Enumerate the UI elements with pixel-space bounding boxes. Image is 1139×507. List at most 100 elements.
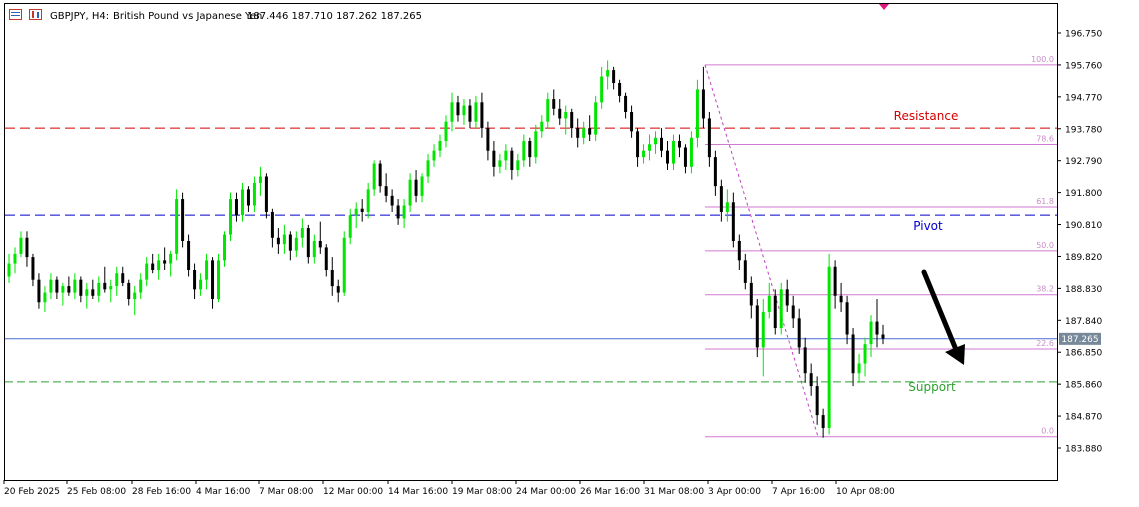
y-tick-label: 196.750 xyxy=(1065,30,1102,40)
candle-body xyxy=(534,131,538,158)
y-tick-label: 194.770 xyxy=(1065,93,1102,103)
x-tick-label: 10 Apr 08:00 xyxy=(836,487,895,497)
candle-body xyxy=(402,205,406,219)
candle-body xyxy=(731,202,735,241)
y-tick-label: 187.840 xyxy=(1065,317,1102,327)
fib-level-label: 61.8 xyxy=(1036,197,1054,206)
candle-body xyxy=(582,128,586,138)
candle-body xyxy=(121,273,125,283)
candle-body xyxy=(25,237,29,258)
candle-body xyxy=(576,128,580,138)
candle-body xyxy=(7,263,11,277)
y-tick-label: 184.870 xyxy=(1065,413,1102,423)
candle-body xyxy=(240,189,244,216)
candle-body xyxy=(612,70,616,83)
candle-body xyxy=(833,266,837,296)
candle-body xyxy=(276,237,280,245)
candle-body xyxy=(474,102,478,122)
x-tick-label: 19 Mar 08:00 xyxy=(452,487,512,497)
candle-body xyxy=(67,286,71,293)
candle-body xyxy=(791,305,795,319)
candle-body xyxy=(252,182,256,206)
fib-level-label: 22.6 xyxy=(1036,339,1054,348)
candle-body xyxy=(414,179,418,196)
candle-body xyxy=(462,105,466,116)
candle-body xyxy=(660,137,664,151)
candle-body xyxy=(468,105,472,122)
candle-body xyxy=(115,273,119,287)
symbol-description: British Pound vs Japanese Yen xyxy=(113,11,262,22)
candle-body xyxy=(755,305,759,348)
x-tick-label: 25 Feb 08:00 xyxy=(67,487,126,497)
x-tick-label: 7 Mar 08:00 xyxy=(259,487,314,497)
x-tick-label: 20 Feb 2025 xyxy=(4,487,60,497)
candle-body xyxy=(85,289,89,296)
candle-body xyxy=(103,282,107,290)
level-label-pivot: Pivot xyxy=(913,219,943,233)
current-price-label: 187.265 xyxy=(1061,335,1098,345)
y-tick-label: 192.790 xyxy=(1065,157,1102,167)
candle-body xyxy=(648,144,652,151)
candle-body xyxy=(270,211,274,238)
candle-body xyxy=(552,99,556,109)
candle-body xyxy=(737,240,741,261)
symbol-label: GBPJPY, H4: xyxy=(50,11,109,22)
candle-body xyxy=(510,150,514,171)
x-tick-label: 31 Mar 08:00 xyxy=(644,487,704,497)
x-tick-label: 12 Mar 00:00 xyxy=(323,487,383,497)
level-label-resistance: Resistance xyxy=(894,109,959,123)
fib-level-label: 38.2 xyxy=(1036,285,1054,294)
candle-body xyxy=(618,82,622,96)
candle-body xyxy=(354,208,358,216)
candle-body xyxy=(294,237,298,251)
candle-body xyxy=(432,150,436,161)
x-tick-label: 14 Mar 16:00 xyxy=(388,487,448,497)
level-label-support: Support xyxy=(908,380,956,394)
candle-body xyxy=(145,263,149,280)
candle-body xyxy=(169,253,173,264)
candle-body xyxy=(312,240,316,258)
candle-body xyxy=(498,160,502,167)
candle-body xyxy=(97,282,101,296)
chart-bars-icon[interactable] xyxy=(29,9,42,20)
candle-body xyxy=(420,176,424,196)
candle-body xyxy=(540,121,544,132)
candle-body xyxy=(408,179,412,206)
candle-body xyxy=(642,150,646,158)
candle-body xyxy=(486,128,490,151)
candle-body xyxy=(217,260,221,300)
y-tick-label: 189.820 xyxy=(1065,253,1102,263)
candle-body xyxy=(564,112,568,119)
candle-body xyxy=(665,150,669,164)
candle-body xyxy=(528,141,532,158)
candle-body xyxy=(749,282,753,306)
candle-body xyxy=(636,131,640,158)
candle-body xyxy=(839,295,843,303)
y-tick-label: 193.780 xyxy=(1065,125,1102,135)
candle-body xyxy=(211,260,215,300)
candle-body xyxy=(773,295,777,329)
candle-body xyxy=(779,289,783,329)
candle-body xyxy=(31,257,35,280)
candle-body xyxy=(558,108,562,119)
candle-body xyxy=(264,176,268,212)
price-chart[interactable]: Resistance Pivot Support 100.0 78.6 61.8 50.0… xyxy=(0,0,1139,503)
chart-window-icon[interactable] xyxy=(9,9,22,20)
candle-body xyxy=(707,118,711,158)
candle-body xyxy=(366,189,370,212)
candle-body xyxy=(300,228,304,238)
candle-body xyxy=(875,321,879,335)
candle-body xyxy=(306,228,310,258)
x-tick-label: 24 Mar 00:00 xyxy=(516,487,576,497)
candle-body xyxy=(516,160,520,171)
candle-body xyxy=(683,147,687,167)
fib-level-label: 0.0 xyxy=(1041,427,1054,436)
x-tick-label: 3 Apr 00:00 xyxy=(708,487,761,497)
candle-body xyxy=(19,237,23,254)
candle-body xyxy=(713,157,717,187)
chart-window: Resistance Pivot Support 100.0 78.6 61.8 50.0… xyxy=(0,0,1139,503)
candle-body xyxy=(37,279,41,303)
candle-body xyxy=(79,279,83,296)
candle-body xyxy=(127,282,131,300)
candle-body xyxy=(384,186,388,196)
